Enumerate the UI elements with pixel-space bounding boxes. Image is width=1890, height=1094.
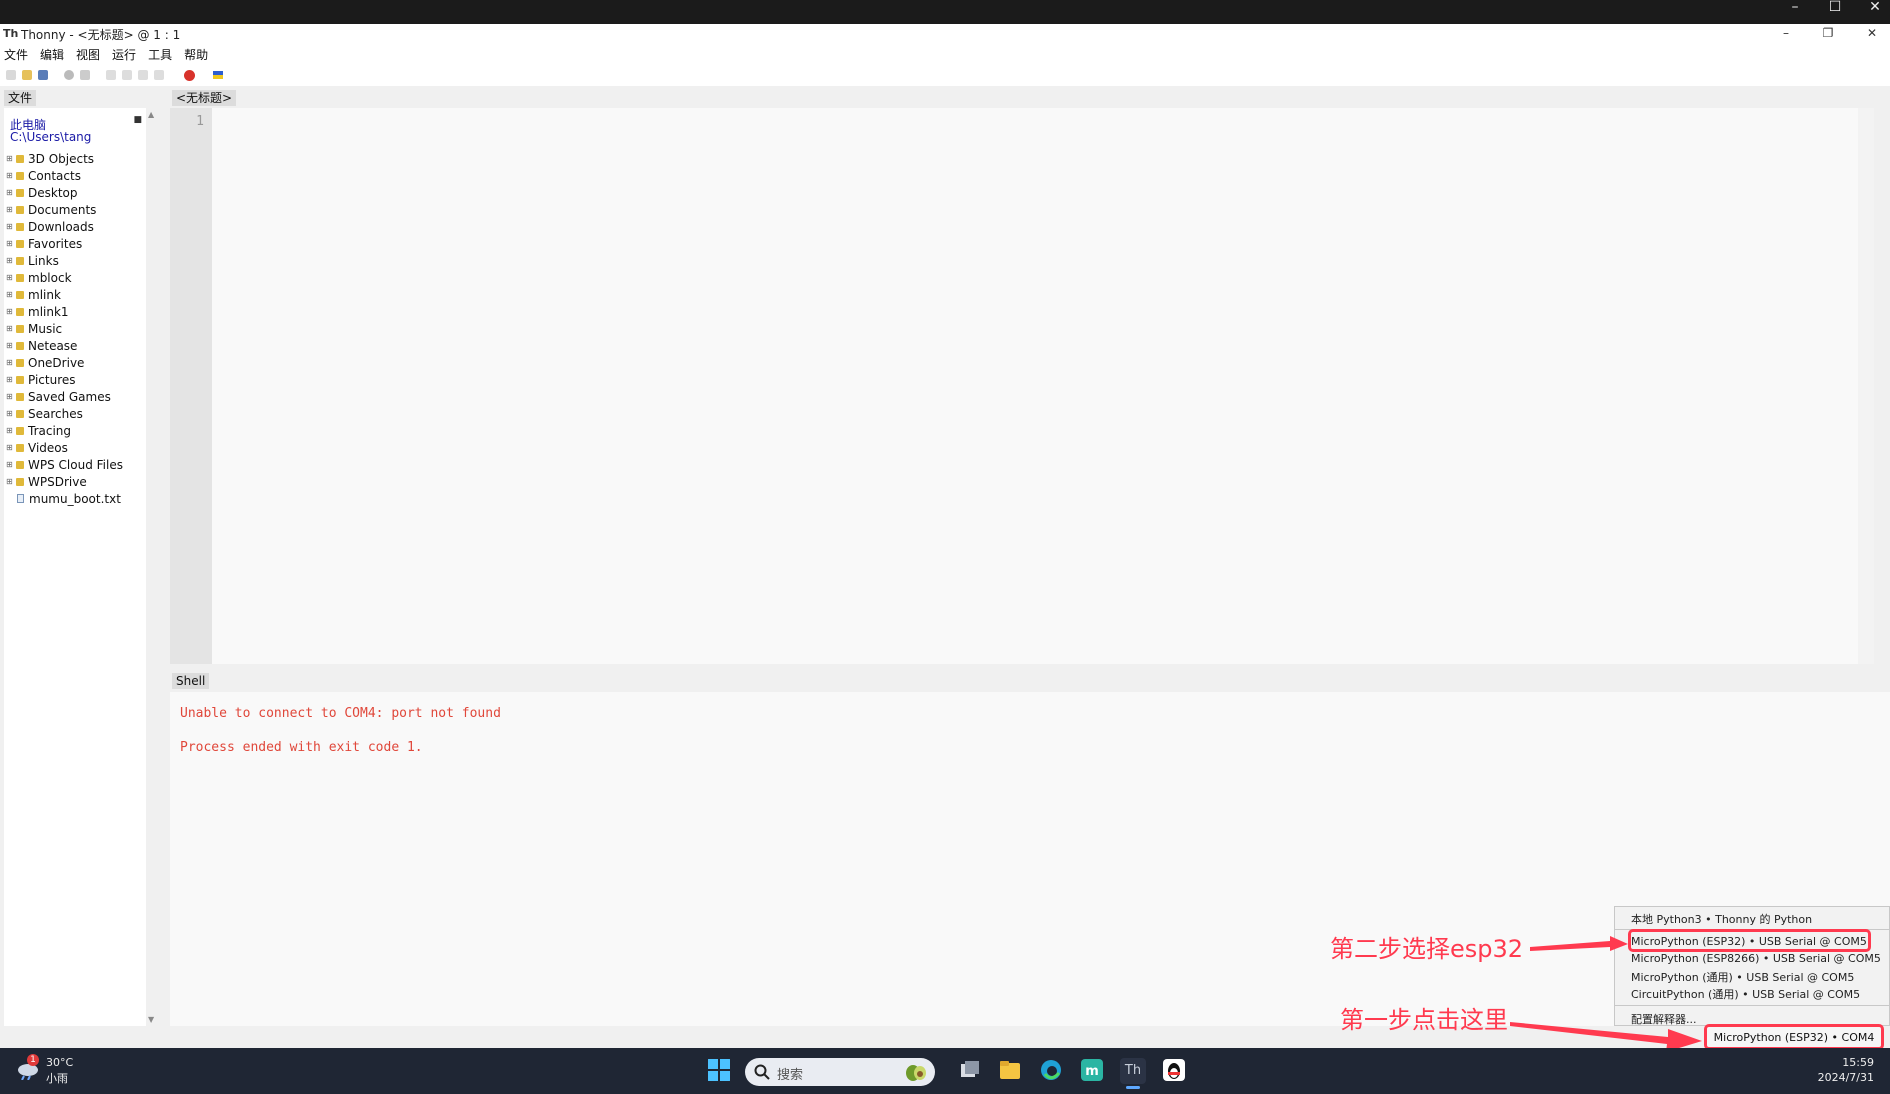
search-placeholder: 搜索 [777,1068,804,1083]
mblock-app-icon[interactable]: m [1080,1058,1104,1082]
thonny-taskbar-icon[interactable]: Th [1120,1058,1146,1084]
notification-badge: 1 [27,1054,39,1066]
edge-browser-icon[interactable] [1039,1058,1063,1082]
clock-time[interactable]: 15:59 [1842,1056,1874,1069]
arrow-to-esp32 [1530,936,1628,951]
svg-text:m: m [1085,1064,1099,1079]
clock-date[interactable]: 2024/7/31 [1818,1071,1874,1084]
task-view-icon[interactable] [958,1058,982,1082]
annotation-arrows [1510,936,1702,1052]
file-explorer-icon[interactable] [998,1058,1022,1082]
avocado-icon [906,1065,926,1081]
taskbar-search[interactable]: 搜索 [745,1058,935,1086]
search-icon [754,1064,770,1080]
qq-app-icon[interactable] [1162,1058,1186,1082]
active-app-indicator [1126,1086,1140,1089]
windows-start-icon[interactable] [707,1058,731,1082]
weather-temperature[interactable]: 30°C [46,1056,73,1069]
weather-condition[interactable]: 小雨 [46,1070,68,1086]
taskbar [0,1048,1890,1094]
